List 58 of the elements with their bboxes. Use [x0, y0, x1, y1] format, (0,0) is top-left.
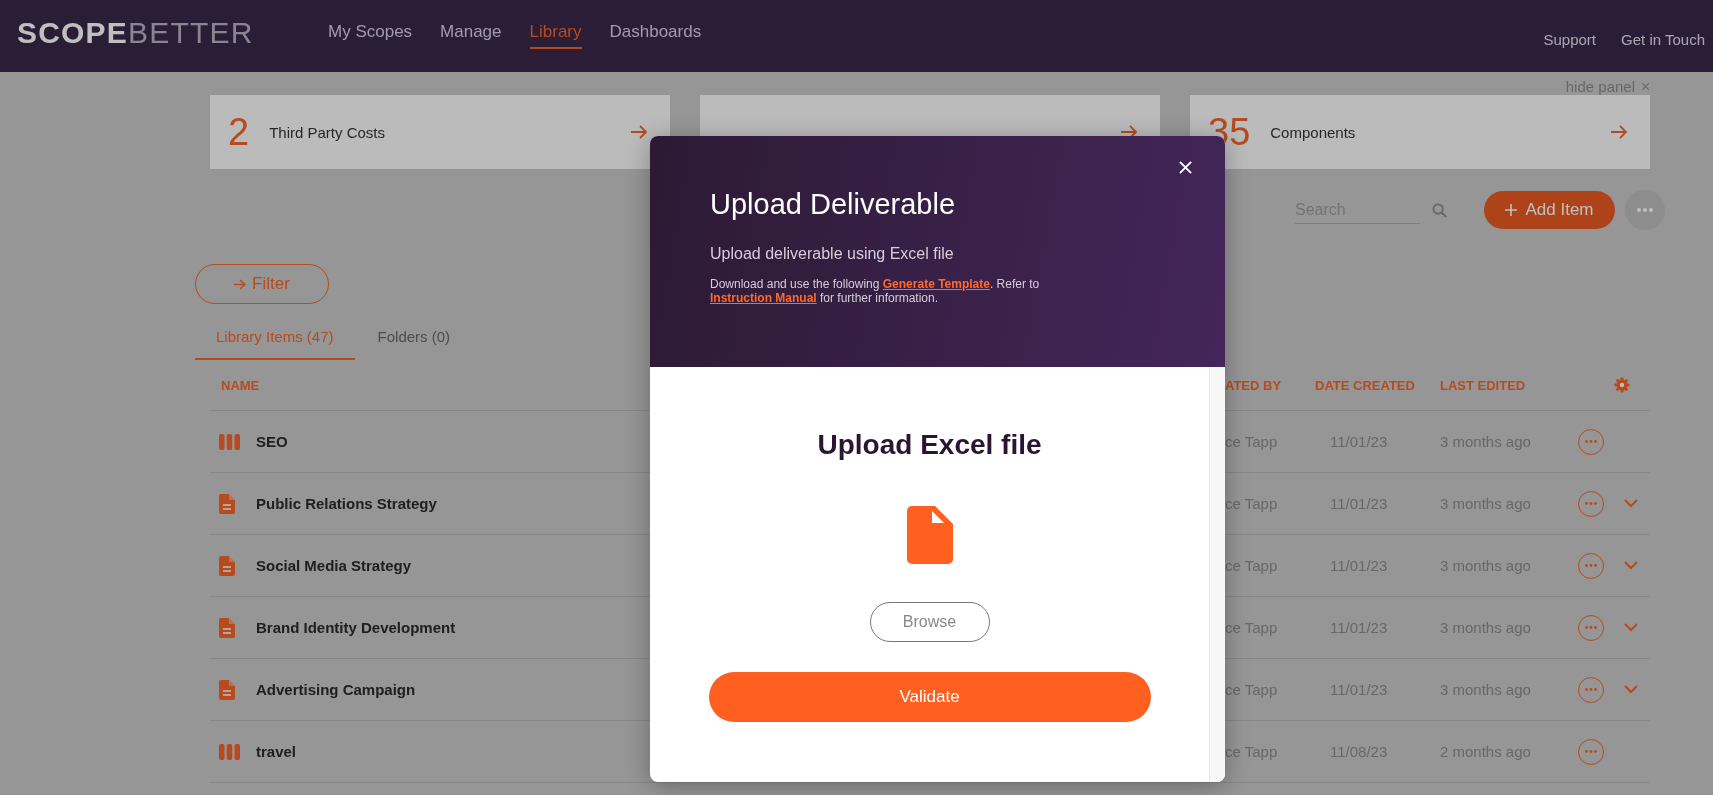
nav-link[interactable]: Manage — [440, 21, 502, 49]
document-icon — [219, 493, 235, 514]
card-count: 2 — [228, 110, 250, 154]
nav-link[interactable]: Library — [529, 21, 582, 49]
more-icon — [1585, 750, 1597, 753]
document-icon — [219, 617, 235, 638]
card-label: Components — [1270, 123, 1357, 141]
arrow-right-icon — [234, 278, 247, 290]
tab[interactable]: Folders (0) — [356, 314, 472, 360]
item-name[interactable]: travel — [256, 743, 297, 760]
item-name[interactable]: Social Media Strategy — [256, 557, 412, 574]
summary-card[interactable]: 2 Third Party Costs — [210, 95, 670, 169]
columns-icon — [219, 433, 240, 450]
card-label: Third Party Costs — [269, 123, 386, 141]
nav-link[interactable]: My Scopes — [328, 21, 413, 49]
chevron-down-icon[interactable] — [1624, 561, 1638, 570]
add-item-button[interactable]: Add Item — [1484, 191, 1615, 229]
document-icon — [219, 679, 235, 700]
plus-icon — [1505, 204, 1518, 216]
column-header: DATE CREATED — [1315, 377, 1415, 393]
arrow-right-icon — [630, 124, 648, 140]
instruction-text: Download and use the following Generate Template. Refer to Instruction Manual for further information. — [710, 277, 1041, 305]
chevron-down-icon[interactable] — [1624, 623, 1638, 632]
more-icon — [1585, 626, 1597, 629]
nav-link[interactable]: Dashboards — [609, 21, 702, 49]
validate-button[interactable]: Validate — [708, 672, 1151, 722]
modal-subtitle: Upload deliverable using Excel file — [710, 245, 955, 263]
settings-icon[interactable] — [1614, 377, 1630, 393]
close-icon[interactable] — [1641, 82, 1650, 91]
chevron-down-icon[interactable] — [1624, 499, 1638, 508]
column-header: ATED BY — [1225, 377, 1282, 393]
more-icon — [1637, 208, 1653, 212]
more-icon — [1585, 564, 1597, 567]
document-icon — [219, 555, 235, 576]
header-link[interactable]: Support — [1543, 30, 1597, 48]
logo[interactable]: SCOPEBETTER — [17, 16, 328, 50]
link[interactable]: Instruction Manual — [710, 291, 817, 305]
item-name[interactable]: Advertising Campaign — [256, 681, 416, 698]
columns-icon — [219, 743, 240, 760]
item-name[interactable]: Brand Identity Development — [256, 619, 456, 636]
more-button[interactable] — [1625, 190, 1665, 230]
link[interactable]: Generate Template — [882, 277, 990, 291]
more-icon — [1585, 688, 1597, 691]
chevron-down-icon[interactable] — [1624, 685, 1638, 694]
modal-title: Upload Deliverable — [710, 188, 957, 221]
item-name[interactable]: Public Relations Strategy — [256, 495, 437, 512]
arrow-right-icon — [1610, 124, 1628, 140]
item-name[interactable]: SEO — [256, 433, 288, 450]
file-icon — [906, 506, 953, 564]
browse-button[interactable]: Browse — [869, 602, 990, 642]
header-link[interactable]: Get in Touch — [1621, 30, 1705, 48]
column-header: NAME — [221, 377, 260, 393]
close-button[interactable] — [1178, 160, 1193, 175]
column-header: LAST EDITED — [1440, 377, 1526, 393]
search-icon[interactable] — [1432, 202, 1447, 218]
more-icon — [1585, 440, 1597, 443]
upload-heading: Upload Excel file — [817, 429, 1042, 461]
more-icon — [1585, 502, 1597, 505]
